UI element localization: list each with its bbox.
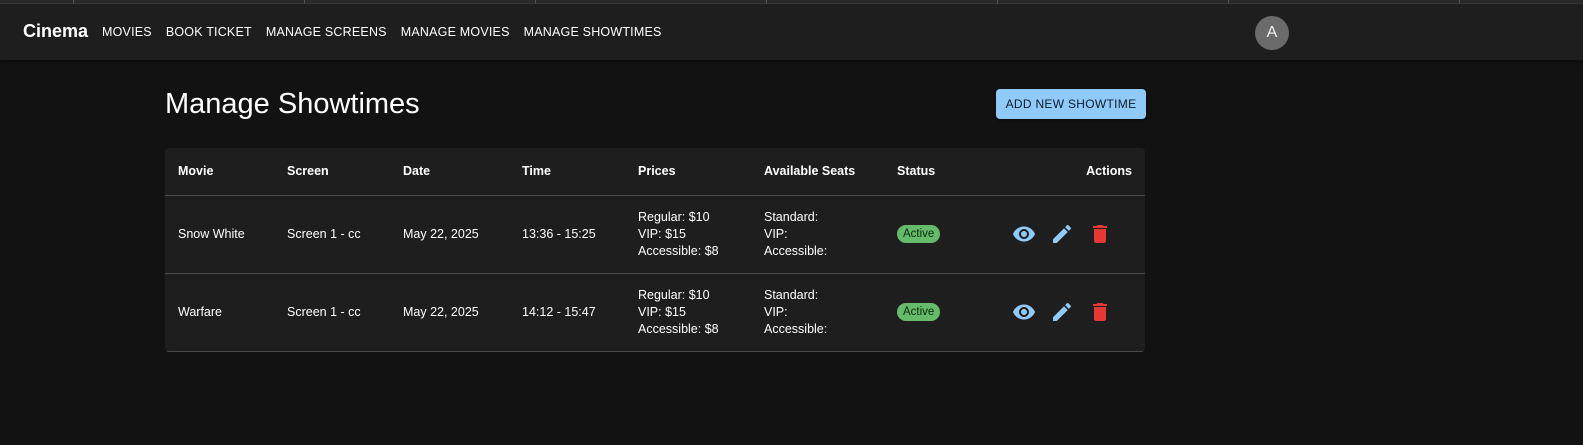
cell-prices: Regular: $10 VIP: $15 Accessible: $8 xyxy=(625,195,751,274)
column-header-movie: Movie xyxy=(165,148,274,196)
pencil-icon[interactable] xyxy=(1050,300,1074,324)
seats-standard: Standard: xyxy=(764,287,819,302)
app-bar: Cinema MOVIES BOOK TICKET MANAGE SCREENS… xyxy=(0,4,1583,60)
column-header-screen: Screen xyxy=(274,148,390,196)
column-header-date: Date xyxy=(390,148,509,196)
brand-logo[interactable]: Cinema xyxy=(23,21,88,42)
nav-manage-movies[interactable]: MANAGE MOVIES xyxy=(401,25,510,39)
price-vip: VIP: $15 xyxy=(638,304,686,319)
status-badge: Active xyxy=(897,225,941,243)
column-header-time: Time xyxy=(509,148,625,196)
cell-movie: Snow White xyxy=(165,195,274,274)
nav-book-ticket[interactable]: BOOK TICKET xyxy=(166,25,252,39)
status-badge: Active xyxy=(897,303,941,321)
trash-icon[interactable] xyxy=(1088,300,1112,324)
column-header-available-seats: Available Seats xyxy=(751,148,884,196)
nav-manage-showtimes[interactable]: MANAGE SHOWTIMES xyxy=(524,25,662,39)
table-header-row: Movie Screen Date Time Prices Available … xyxy=(165,148,1145,196)
cell-prices: Regular: $10 VIP: $15 Accessible: $8 xyxy=(625,273,751,352)
table-row: Warfare Screen 1 - cc May 22, 2025 14:12… xyxy=(165,273,1145,352)
cell-movie: Warfare xyxy=(165,273,274,352)
column-header-prices: Prices xyxy=(625,148,751,196)
pencil-icon[interactable] xyxy=(1050,222,1074,246)
cell-actions xyxy=(984,195,1145,274)
trash-icon[interactable] xyxy=(1088,222,1112,246)
eye-icon[interactable] xyxy=(1012,222,1036,246)
price-vip: VIP: $15 xyxy=(638,226,686,241)
seats-accessible: Accessible: xyxy=(764,243,828,258)
column-header-actions: Actions xyxy=(984,148,1145,196)
price-accessible: Accessible: $8 xyxy=(638,243,719,258)
price-regular: Regular: $10 xyxy=(638,209,710,224)
user-avatar[interactable]: A xyxy=(1255,16,1289,50)
price-regular: Regular: $10 xyxy=(638,287,710,302)
cell-date: May 22, 2025 xyxy=(390,273,509,352)
cell-available-seats: Standard: VIP: Accessible: xyxy=(751,195,884,274)
seats-vip: VIP: xyxy=(764,304,788,319)
seats-accessible: Accessible: xyxy=(764,321,828,336)
seats-standard: Standard: xyxy=(764,209,819,224)
nav-manage-screens[interactable]: MANAGE SCREENS xyxy=(266,25,387,39)
column-header-status: Status xyxy=(884,148,984,196)
cell-status: Active xyxy=(884,195,984,274)
cell-screen: Screen 1 - cc xyxy=(274,273,390,352)
add-showtime-button[interactable]: ADD NEW SHOWTIME xyxy=(996,89,1146,119)
showtimes-table: Movie Screen Date Time Prices Available … xyxy=(165,148,1145,352)
seats-vip: VIP: xyxy=(764,226,788,241)
cell-date: May 22, 2025 xyxy=(390,195,509,274)
cell-time: 14:12 - 15:47 xyxy=(509,273,625,352)
cell-available-seats: Standard: VIP: Accessible: xyxy=(751,273,884,352)
cell-time: 13:36 - 15:25 xyxy=(509,195,625,274)
cell-screen: Screen 1 - cc xyxy=(274,195,390,274)
table-row: Snow White Screen 1 - cc May 22, 2025 13… xyxy=(165,195,1145,274)
price-accessible: Accessible: $8 xyxy=(638,321,719,336)
cell-actions xyxy=(984,273,1145,352)
nav-movies[interactable]: MOVIES xyxy=(102,25,152,39)
main-nav: MOVIES BOOK TICKET MANAGE SCREENS MANAGE… xyxy=(102,25,662,39)
eye-icon[interactable] xyxy=(1012,300,1036,324)
page-title: Manage Showtimes xyxy=(165,88,420,120)
cell-status: Active xyxy=(884,273,984,352)
